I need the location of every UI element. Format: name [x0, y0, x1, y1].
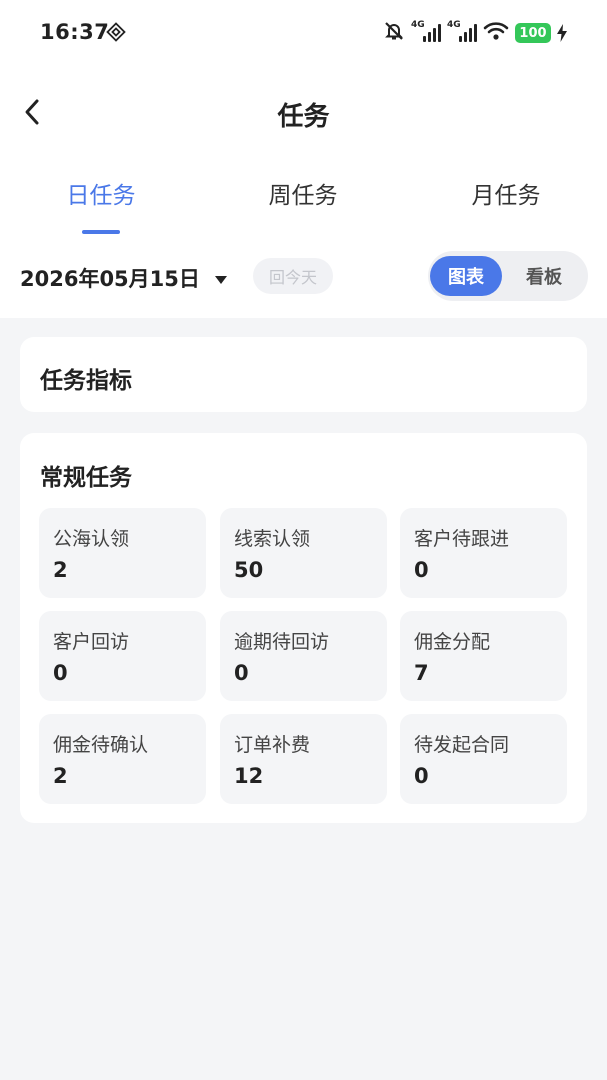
task-label: 客户回访 — [53, 631, 130, 653]
date-filter-row: 2026年05月15日 回今天 图表 看板 — [0, 248, 607, 304]
card-title: 常规任务 — [40, 465, 132, 491]
back-to-today-button[interactable]: 回今天 — [253, 258, 333, 294]
active-tab-indicator — [82, 230, 120, 234]
period-tabs: 日任务 周任务 月任务 — [0, 166, 607, 236]
status-time: 16:37 — [40, 20, 110, 44]
task-item[interactable]: 公海认领 2 — [39, 508, 206, 598]
task-count: 0 — [414, 558, 429, 582]
tab-daily[interactable]: 日任务 — [21, 176, 181, 210]
caret-down-icon[interactable] — [214, 270, 228, 284]
task-label: 待发起合同 — [414, 734, 510, 756]
task-item[interactable]: 佣金待确认 2 — [39, 714, 206, 804]
card-title: 任务指标 — [40, 368, 132, 394]
wifi-icon — [483, 21, 509, 45]
cellular-signal-icon: 4G — [411, 20, 441, 44]
regular-tasks-card: 常规任务 公海认领 2 线索认领 50 客户待跟进 0 客户回访 0 逾期待回访… — [20, 433, 587, 823]
task-item[interactable]: 佣金分配 7 — [400, 611, 567, 701]
notification-indicator-icon — [106, 22, 126, 42]
task-label: 客户待跟进 — [414, 528, 510, 550]
task-count: 50 — [234, 558, 264, 582]
tab-weekly[interactable]: 周任务 — [223, 176, 383, 210]
task-item[interactable]: 待发起合同 0 — [400, 714, 567, 804]
task-item[interactable]: 线索认领 50 — [220, 508, 387, 598]
task-label: 订单补费 — [234, 734, 311, 756]
task-count: 7 — [414, 661, 429, 685]
status-bar: 16:37 4G 4G 100 — [0, 0, 607, 66]
task-count: 0 — [234, 661, 249, 685]
task-item[interactable]: 逾期待回访 0 — [220, 611, 387, 701]
task-count: 12 — [234, 764, 264, 788]
task-label: 公海认领 — [53, 528, 130, 550]
nav-bar: 任务 — [0, 80, 607, 144]
task-count: 2 — [53, 764, 68, 788]
task-count: 2 — [53, 558, 68, 582]
task-item[interactable]: 客户待跟进 0 — [400, 508, 567, 598]
cellular-signal-icon: 4G — [447, 20, 477, 44]
task-count: 0 — [414, 764, 429, 788]
task-label: 佣金分配 — [414, 631, 491, 653]
board-view-button[interactable]: 看板 — [508, 256, 580, 296]
task-label: 线索认领 — [234, 528, 311, 550]
page-title: 任务 — [277, 102, 330, 132]
task-item[interactable]: 客户回访 0 — [39, 611, 206, 701]
date-picker[interactable]: 2026年05月15日 — [20, 263, 200, 293]
tab-monthly[interactable]: 月任务 — [426, 176, 586, 210]
battery-level: 100 — [515, 23, 551, 43]
task-indicators-card[interactable]: 任务指标 — [20, 337, 587, 412]
charging-icon — [557, 24, 567, 42]
view-toggle: 图表 看板 — [428, 251, 588, 301]
task-item[interactable]: 订单补费 12 — [220, 714, 387, 804]
task-count: 0 — [53, 661, 68, 685]
task-label: 逾期待回访 — [234, 631, 330, 653]
task-label: 佣金待确认 — [53, 734, 149, 756]
status-icons: 4G 4G 100 — [383, 20, 567, 46]
chart-view-button[interactable]: 图表 — [430, 256, 502, 296]
mute-bell-icon — [383, 20, 405, 46]
